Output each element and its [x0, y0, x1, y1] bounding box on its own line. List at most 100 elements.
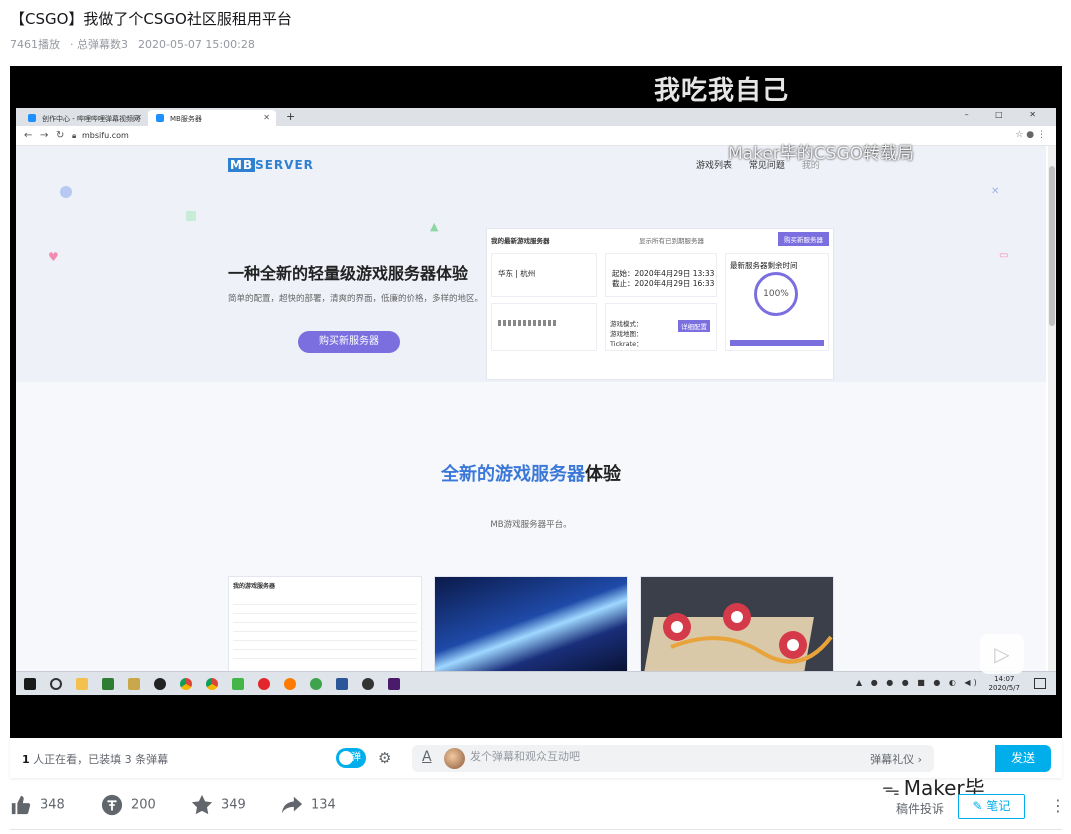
- progress-bar: [730, 340, 824, 346]
- browser-tabbar: 创作中心 - 哔哩哔哩弹幕视频网 ✕ MB服务器 ✕ + – □ ✕: [16, 108, 1056, 126]
- danmaku-count: · 总弹幕数3: [70, 38, 128, 51]
- danmaku-settings-icon[interactable]: ⚙: [378, 749, 391, 767]
- close-icon: ✕: [263, 113, 270, 122]
- back-icon: ←: [24, 130, 33, 141]
- more-icon[interactable]: ⋮: [1050, 796, 1066, 815]
- video-player[interactable]: 我吃我自己 创作中心 - 哔哩哔哩弹幕视频网 ✕ MB服务器 ✕ + – □ ✕…: [10, 66, 1062, 738]
- close-icon: ✕: [135, 113, 142, 122]
- expired-checkbox: 显示所有已到期服务器: [639, 237, 704, 245]
- browser-tab-creator: 创作中心 - 哔哩哔哩弹幕视频网 ✕: [20, 110, 148, 126]
- viewer-info: 1 人正在看，已装填 3 条弹幕: [22, 753, 169, 766]
- premiere-icon: [388, 678, 400, 690]
- diagonal-decoration: ✕: [991, 186, 1000, 197]
- play-icon[interactable]: ▷: [980, 634, 1024, 674]
- chrome-icon: [206, 678, 218, 690]
- play-count: 7461播放: [10, 38, 60, 51]
- forward-icon: →: [40, 130, 49, 141]
- website-content: MB SERVER 游戏列表 常见问题 我的 ♥ ▲ ✕ ▭ 一种全新的轻量级游戏…: [16, 146, 1046, 693]
- favorite-button[interactable]: 349: [191, 794, 246, 816]
- new-tab-icon: +: [286, 110, 296, 123]
- thumb-speed-image: [434, 576, 628, 676]
- time-card: 起始：2020年4月29日 13:33 截止：2020年4月29日 16:33: [605, 253, 717, 297]
- windows-taskbar: ▲ ● ● ● ■ ● ◐ ◀) 14:07 2020/5/7: [16, 671, 1056, 695]
- remaining-percent: 100%: [754, 272, 798, 316]
- video-watermark: Maker毕的CSGO转载局: [728, 144, 914, 164]
- dashboard-title: 我的最新游戏服务器: [491, 237, 550, 245]
- recorded-browser-window: 创作中心 - 哔哩哔哩弹幕视频网 ✕ MB服务器 ✕ + – □ ✕ ← → ↻…: [16, 108, 1056, 693]
- remaining-title: 最新服务器剩余时间: [730, 261, 798, 270]
- system-tray-icons: ▲ ● ● ● ■ ● ◐ ◀): [856, 678, 980, 687]
- browser-tab-mb: MB服务器 ✕: [148, 110, 276, 126]
- hero-description: 简单的配置，超快的部署，清爽的界面，低廉的价格，多样的地区。: [228, 294, 484, 304]
- section-subtitle: MB游戏服务器平台。: [490, 520, 572, 530]
- mb-tab-icon: [156, 114, 164, 122]
- dashboard-buy-button: 购买新服务器: [778, 232, 829, 246]
- thumbs-up-icon: [10, 794, 32, 816]
- firefox-icon: [284, 678, 296, 690]
- heart-icon: ♥: [48, 250, 59, 264]
- edit-icon: ✎: [972, 799, 987, 813]
- video-caption: 我吃我自己: [654, 76, 790, 106]
- reload-icon: ↻: [56, 130, 65, 141]
- like-button[interactable]: 348: [10, 794, 65, 816]
- region-card: 华东 | 杭州: [491, 253, 597, 297]
- map-label: 游戏地图：: [610, 330, 643, 338]
- app-icon: [128, 678, 140, 690]
- end-time: 截止：2020年4月29日 16:33: [612, 279, 715, 288]
- blurred-address: [498, 320, 558, 326]
- address-card: [491, 303, 597, 351]
- file-explorer-icon: [76, 678, 88, 690]
- circle-decoration: [60, 186, 72, 198]
- coin-button[interactable]: 200: [101, 794, 156, 816]
- send-button[interactable]: 发送: [995, 745, 1051, 772]
- chrome-icon: [180, 678, 192, 690]
- share-arrow-icon: [281, 794, 303, 816]
- danmaku-input[interactable]: [470, 750, 770, 763]
- windows-start-icon: [24, 678, 36, 690]
- divider: [10, 829, 1062, 830]
- region-text: 华东 | 杭州: [498, 269, 536, 278]
- danmaku-font-icon[interactable]: A: [422, 749, 432, 765]
- browser-scrollbar: [1048, 146, 1056, 693]
- danmaku-etiquette-link[interactable]: 弹幕礼仪 ›: [870, 751, 922, 767]
- config-card: 游戏模式： 游戏地图： Tickrate： 详细配置: [605, 303, 717, 351]
- tickrate-label: Tickrate：: [610, 340, 643, 348]
- dashboard-preview: 我的最新游戏服务器 显示所有已到期服务器 购买新服务器 华东 | 杭州 起始：2…: [486, 228, 834, 380]
- wechat-icon: ᯓ: [882, 779, 900, 800]
- app-icon: [310, 678, 322, 690]
- lock-icon: 🔒︎: [72, 131, 77, 140]
- bilibili-tab-icon: [28, 114, 36, 122]
- taskbar-clock: 14:07 2020/5/7: [988, 675, 1020, 692]
- remaining-card: 最新服务器剩余时间 100%: [725, 253, 829, 351]
- avatar[interactable]: [444, 748, 465, 769]
- notification-icon: [1034, 678, 1046, 689]
- share-button[interactable]: 134: [281, 794, 336, 816]
- square-decoration: [186, 211, 196, 221]
- word-icon: [336, 678, 348, 690]
- buy-server-button: 购买新服务器: [298, 331, 400, 353]
- thumb-server-list: 我的游戏服务器: [228, 576, 422, 676]
- app-icon: [102, 678, 114, 690]
- danmaku-toggle[interactable]: 弹: [336, 748, 366, 768]
- hero-heading: 一种全新的轻量级游戏服务器体验: [228, 264, 469, 283]
- obs-icon: [362, 678, 374, 690]
- video-meta: 7461播放 · 总弹幕数3 2020-05-07 15:00:28: [10, 36, 265, 52]
- laptop-icon: ▭: [999, 250, 1009, 261]
- wechat-icon: [232, 678, 244, 690]
- table-preview: [233, 596, 417, 666]
- detail-config-button: 详细配置: [678, 320, 710, 332]
- report-link[interactable]: 稿件投诉: [896, 800, 944, 817]
- danmaku-input-box: A 弹幕礼仪 ›: [412, 745, 934, 772]
- window-controls: – □ ✕: [964, 110, 1048, 119]
- site-logo: MB SERVER: [228, 158, 314, 172]
- coin-icon: [101, 794, 123, 816]
- hero-section: MB SERVER 游戏列表 常见问题 我的 ♥ ▲ ✕ ▭ 一种全新的轻量级游戏…: [16, 146, 1046, 382]
- video-title: 【CSGO】我做了个CSGO社区服租用平台: [10, 10, 292, 28]
- thumbs-up-icon: ▲: [430, 220, 439, 233]
- netease-music-icon: [258, 678, 270, 690]
- nav-game-list: 游戏列表: [696, 161, 733, 171]
- steam-icon: [154, 678, 166, 690]
- mode-label: 游戏模式：: [610, 320, 643, 328]
- star-icon: [191, 794, 213, 816]
- note-button[interactable]: ✎ 笔记: [958, 794, 1025, 819]
